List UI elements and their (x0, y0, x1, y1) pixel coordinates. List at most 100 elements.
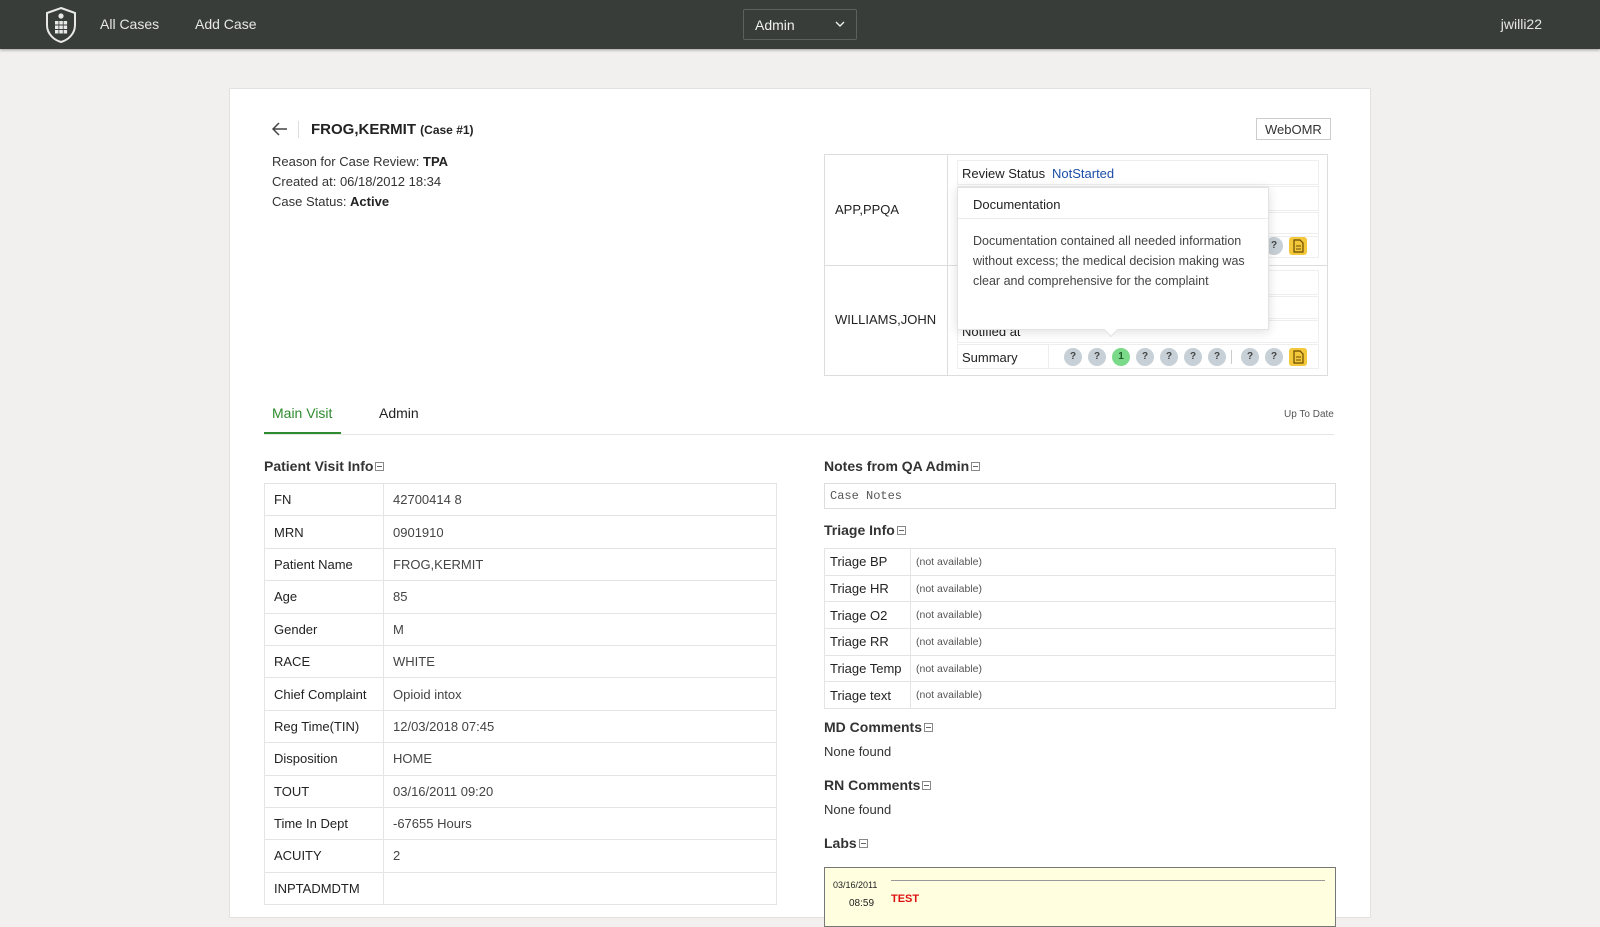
nav-all-cases-link[interactable]: All Cases (100, 16, 159, 32)
notes-section-title: Notes from QA Admin (824, 458, 981, 474)
notes-section-label: Notes from QA Admin (824, 458, 970, 474)
score-badge-documentation[interactable]: 1 (1112, 348, 1130, 366)
table-row: Triage RR (not available) (824, 628, 1336, 656)
review-status-row: Review Status NotStarted (957, 160, 1319, 185)
score-badge[interactable]: ? (1208, 348, 1226, 366)
review-summary-label: Summary (962, 350, 1018, 365)
field-label: Time In Dept (264, 806, 384, 841)
field-value: (not available) (910, 654, 1336, 683)
document-icon[interactable] (1289, 237, 1307, 255)
popover-body: Documentation contained all needed infor… (973, 234, 1245, 288)
table-row: FN 42700414 8 (264, 482, 777, 517)
case-reason-label: Reason for Case Review: (272, 154, 424, 169)
document-glyph-icon (1293, 239, 1304, 253)
table-row: Triage HR (not available) (824, 574, 1336, 603)
table-row: Gender M (264, 612, 777, 646)
triage-info-table: Triage BP (not available) Triage HR (not av… (824, 548, 1336, 710)
reviewer-name: WILLIAMS,JOHN (835, 312, 937, 327)
collapse-icon[interactable] (858, 839, 868, 848)
collapse-icon[interactable] (971, 462, 981, 471)
field-label: Patient Name (264, 547, 384, 582)
field-value: (not available) (910, 548, 1336, 576)
field-value: Opioid intox (383, 677, 777, 711)
field-value: 0901910 (383, 515, 777, 549)
score-badge[interactable]: ? (1265, 348, 1283, 366)
field-label: Disposition (264, 742, 384, 776)
field-value: 03/16/2011 09:20 (383, 774, 777, 808)
collapse-icon[interactable] (896, 526, 906, 535)
field-label: RACE (264, 644, 384, 679)
field-label: TOUT (264, 774, 384, 808)
field-value: HOME (383, 742, 777, 776)
lab-date: 03/16/2011 (833, 880, 878, 890)
table-row: Triage O2 (not available) (824, 601, 1336, 630)
triage-section-title: Triage Info (824, 522, 906, 538)
score-badge[interactable]: ? (1184, 348, 1202, 366)
field-value (383, 871, 777, 906)
table-row: INPTADMDTM (264, 871, 777, 906)
labs-title: Labs (824, 835, 868, 851)
tab-main-visit[interactable]: Main Visit (272, 405, 332, 421)
collapse-icon[interactable] (924, 723, 934, 732)
case-created-label: Created at: (272, 174, 340, 189)
field-label: Triage RR (824, 628, 911, 656)
table-row: RACE WHITE (264, 644, 777, 679)
role-select-value: Admin (755, 17, 795, 33)
user-menu[interactable]: jwilli22 (1501, 16, 1542, 32)
field-label: Triage text (824, 681, 911, 710)
tab-admin[interactable]: Admin (379, 405, 419, 421)
case-reason-value: TPA (423, 154, 449, 169)
field-value: WHITE (383, 644, 777, 679)
field-value: -67655 Hours (383, 806, 777, 841)
score-badge[interactable]: ? (1136, 348, 1154, 366)
visit-info-table: FN 42700414 8 MRN 0901910 Patient Name FROG,K… (264, 482, 777, 906)
review-status-label: Review Status (962, 166, 1046, 181)
field-value: (not available) (910, 628, 1336, 656)
score-badge[interactable]: ? (1160, 348, 1178, 366)
collapse-icon[interactable] (922, 781, 932, 790)
case-status-label: Case Status: (272, 194, 351, 209)
field-label: MRN (264, 515, 384, 549)
case-number: (Case #1) (420, 123, 474, 137)
table-row: TOUT 03/16/2011 09:20 (264, 774, 777, 808)
back-arrow-icon[interactable] (272, 122, 288, 136)
rn-comments-label: RN Comments (824, 777, 921, 793)
field-label: FN (264, 482, 384, 517)
document-glyph-icon (1293, 350, 1304, 364)
lab-test-link[interactable]: TEST (891, 893, 919, 905)
webomr-button[interactable]: WebOMR (1256, 118, 1331, 140)
table-row: Reg Time(TIN) 12/03/2018 07:45 (264, 709, 777, 744)
table-row: Time In Dept -67655 Hours (264, 806, 777, 841)
field-label: INPTADMDTM (264, 871, 384, 906)
reviewer-name: APP,PPQA (835, 202, 900, 217)
case-status: Case Status: Active (272, 194, 389, 209)
table-row: Patient Name FROG,KERMIT (264, 547, 777, 582)
rn-comments-value: None found (824, 802, 892, 817)
score-badge[interactable]: ? (1241, 348, 1259, 366)
role-select[interactable]: Admin (743, 9, 857, 40)
badge-divider (1231, 350, 1232, 364)
case-notes-input[interactable]: Case Notes (824, 483, 1336, 509)
cell-divider (1048, 345, 1049, 368)
table-row: Disposition HOME (264, 742, 777, 776)
field-value: (not available) (910, 601, 1336, 630)
collapse-icon[interactable] (375, 462, 385, 471)
document-icon[interactable] (1289, 348, 1307, 366)
nav-add-case-link[interactable]: Add Case (195, 16, 256, 32)
shield-logo-icon[interactable] (44, 6, 78, 44)
field-value: 2 (383, 839, 777, 873)
field-label: Triage BP (824, 548, 911, 576)
review-status-link[interactable]: NotStarted (1052, 166, 1114, 181)
labs-timeline: 03/16/2011 08:59 TEST (824, 867, 1336, 927)
case-created: Created at: 06/18/2012 18:34 (272, 174, 441, 189)
table-row: Chief Complaint Opioid intox (264, 677, 777, 711)
rn-comments-title: RN Comments (824, 777, 932, 793)
score-badge[interactable]: ? (1088, 348, 1106, 366)
field-label: Triage Temp (824, 654, 911, 683)
patient-name: FROG,KERMIT (311, 121, 416, 138)
case-card: FROG,KERMIT (Case #1) Reason for Case Re… (229, 88, 1371, 927)
review-summary-row: Summary ? ? 1 ? ? ? ? ? ? (957, 344, 1319, 369)
field-label: Gender (264, 612, 384, 646)
score-badge[interactable]: ? (1064, 348, 1082, 366)
tab-rule (264, 434, 1334, 435)
